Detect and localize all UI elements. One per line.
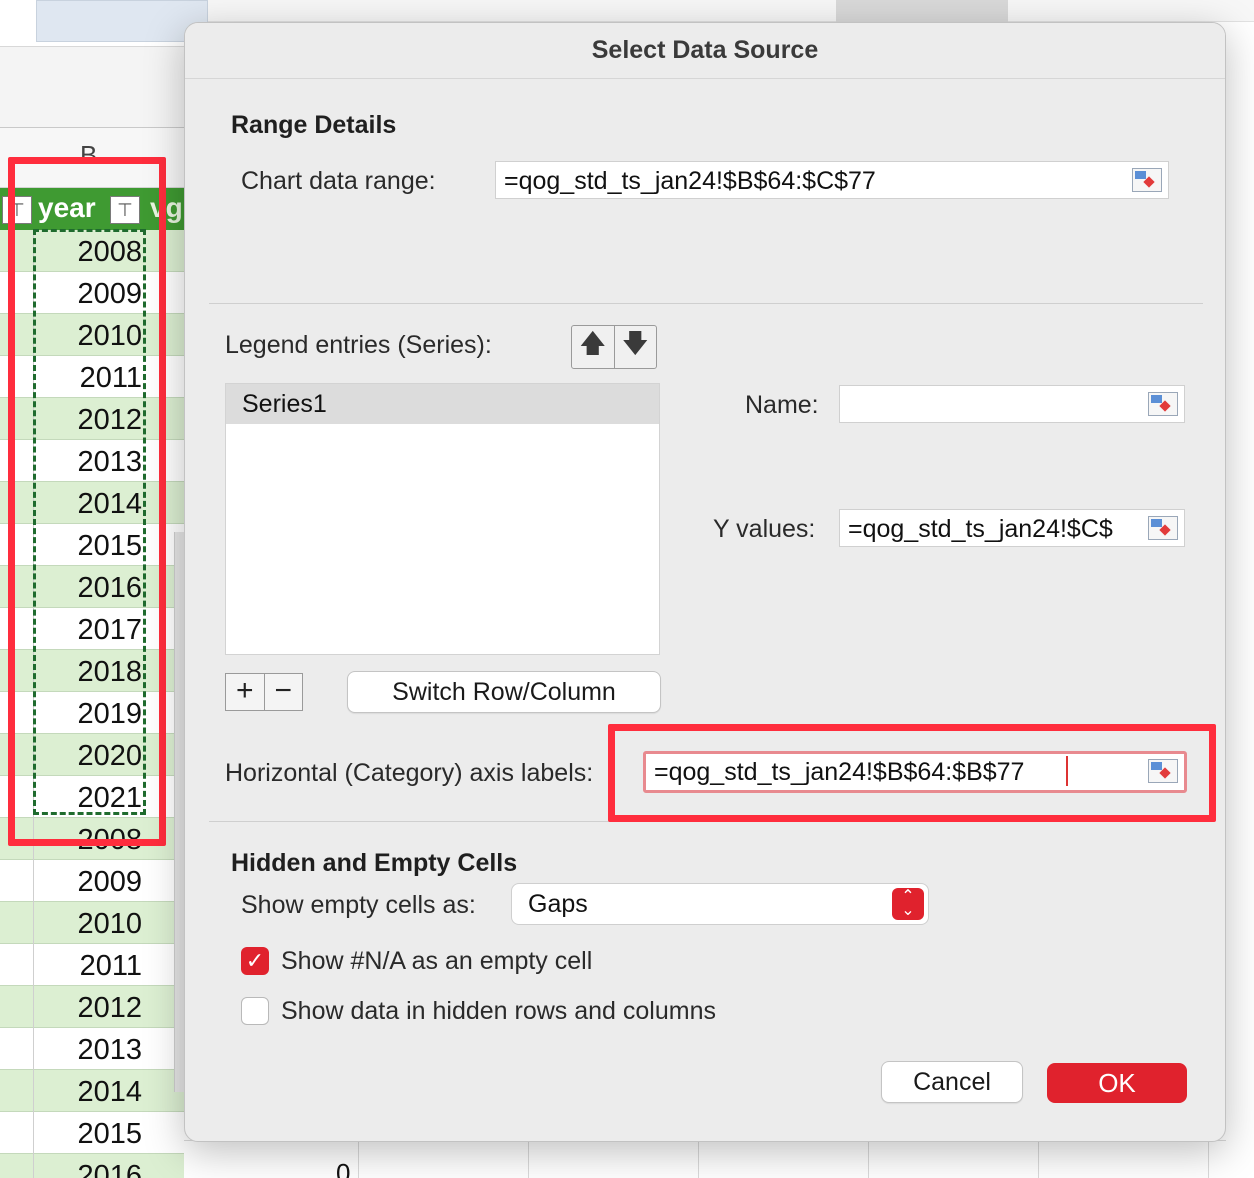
series-name-label: Name:: [745, 391, 819, 419]
add-series-button[interactable]: +: [226, 674, 265, 710]
hidden-empty-heading: Hidden and Empty Cells: [231, 849, 518, 877]
chart-thumbnail[interactable]: [36, 0, 208, 42]
top-strip: [208, 0, 1254, 22]
range-details-heading: Range Details: [231, 111, 397, 139]
top-gray-block: [836, 0, 1008, 22]
row-edge: [0, 986, 34, 1028]
switch-row-column-button[interactable]: Switch Row/Column: [347, 671, 661, 713]
table-row[interactable]: 2010: [0, 902, 184, 944]
show-empty-label: Show empty cells as:: [241, 891, 476, 919]
table-row[interactable]: 2009: [0, 860, 184, 902]
year-cell-value: 2012: [77, 992, 142, 1024]
arrow-up-icon[interactable]: 🡅: [572, 326, 615, 368]
range-picker-icon[interactable]: [1132, 168, 1162, 192]
row-edge: [0, 902, 34, 944]
y-values-label: Y values:: [713, 515, 816, 543]
y-values-value: =qog_std_ts_jan24!$C$: [848, 515, 1113, 543]
show-empty-value: Gaps: [528, 890, 588, 918]
show-hidden-checkbox[interactable]: [241, 997, 269, 1025]
row-edge: [0, 1070, 34, 1112]
annotation-highlight-left: [8, 157, 166, 846]
series-item-label: Series1: [242, 390, 327, 418]
range-picker-icon[interactable]: [1148, 392, 1178, 416]
series-reorder-buttons: 🡅 🡇: [571, 325, 657, 369]
section-divider: [209, 303, 1203, 304]
ok-button[interactable]: OK: [1047, 1063, 1187, 1103]
row-edge: [0, 944, 34, 986]
dialog-titlebar[interactable]: Select Data Source: [185, 23, 1225, 79]
grid-line: [358, 1140, 359, 1178]
year-cell-value: 2015: [77, 1118, 142, 1150]
year-cell-value: 2009: [77, 866, 142, 898]
axis-labels-label: Horizontal (Category) axis labels:: [225, 759, 594, 787]
table-row[interactable]: 2012: [0, 986, 184, 1028]
partial-cell-value: 0: [336, 1158, 351, 1178]
show-na-label[interactable]: Show #N/A as an empty cell: [281, 947, 592, 976]
table-row[interactable]: 2016: [0, 1154, 184, 1178]
add-remove-series: + −: [225, 673, 303, 711]
dialog-title: Select Data Source: [591, 36, 819, 64]
grid-line: [1208, 1140, 1209, 1178]
row-edge: [0, 860, 34, 902]
arrow-down-icon[interactable]: 🡇: [615, 326, 657, 368]
chart-range-label: Chart data range:: [241, 167, 436, 195]
series-list-item[interactable]: Series1: [226, 384, 659, 424]
range-picker-icon[interactable]: [1148, 516, 1178, 540]
show-empty-select[interactable]: Gaps ⌃ ⌄: [511, 883, 929, 925]
chevron-updown-icon[interactable]: ⌃ ⌄: [892, 888, 924, 920]
cancel-button[interactable]: Cancel: [881, 1061, 1023, 1103]
row-edge: [0, 1028, 34, 1070]
y-values-field[interactable]: =qog_std_ts_jan24!$C$: [839, 509, 1185, 547]
select-data-source-dialog: Select Data Source Range Details Chart d…: [184, 22, 1226, 1142]
chart-range-field[interactable]: =qog_std_ts_jan24!$B$64:$C$77: [495, 161, 1169, 199]
series-list[interactable]: Series1: [225, 383, 660, 655]
sheet-scroll-stub: [174, 532, 184, 1092]
grid-line: [698, 1140, 699, 1178]
chart-range-value: =qog_std_ts_jan24!$B$64:$C$77: [504, 167, 876, 195]
year-cell-value: 2016: [77, 1160, 142, 1178]
series-name-field[interactable]: [839, 385, 1185, 423]
legend-entries-label: Legend entries (Series):: [225, 331, 492, 359]
year-cell-value: 2010: [77, 908, 142, 940]
annotation-highlight-right: [608, 724, 1216, 822]
table-row[interactable]: 2013: [0, 1028, 184, 1070]
row-edge: [0, 1112, 34, 1154]
show-hidden-label[interactable]: Show data in hidden rows and columns: [281, 997, 716, 1026]
table-row[interactable]: 2011: [0, 944, 184, 986]
year-cell-value: 2014: [77, 1076, 142, 1108]
year-cell-value: 2011: [79, 950, 142, 982]
right-sheet-strip: [1226, 46, 1254, 1178]
row-edge: [0, 1154, 34, 1178]
remove-series-button[interactable]: −: [265, 674, 303, 710]
grid-line: [868, 1140, 869, 1178]
grid-line: [528, 1140, 529, 1178]
table-row[interactable]: 2015: [0, 1112, 184, 1154]
show-na-checkbox[interactable]: ✓: [241, 947, 269, 975]
year-cell-value: 2013: [77, 1034, 142, 1066]
grid-line: [1038, 1140, 1039, 1178]
table-row[interactable]: 2014: [0, 1070, 184, 1112]
